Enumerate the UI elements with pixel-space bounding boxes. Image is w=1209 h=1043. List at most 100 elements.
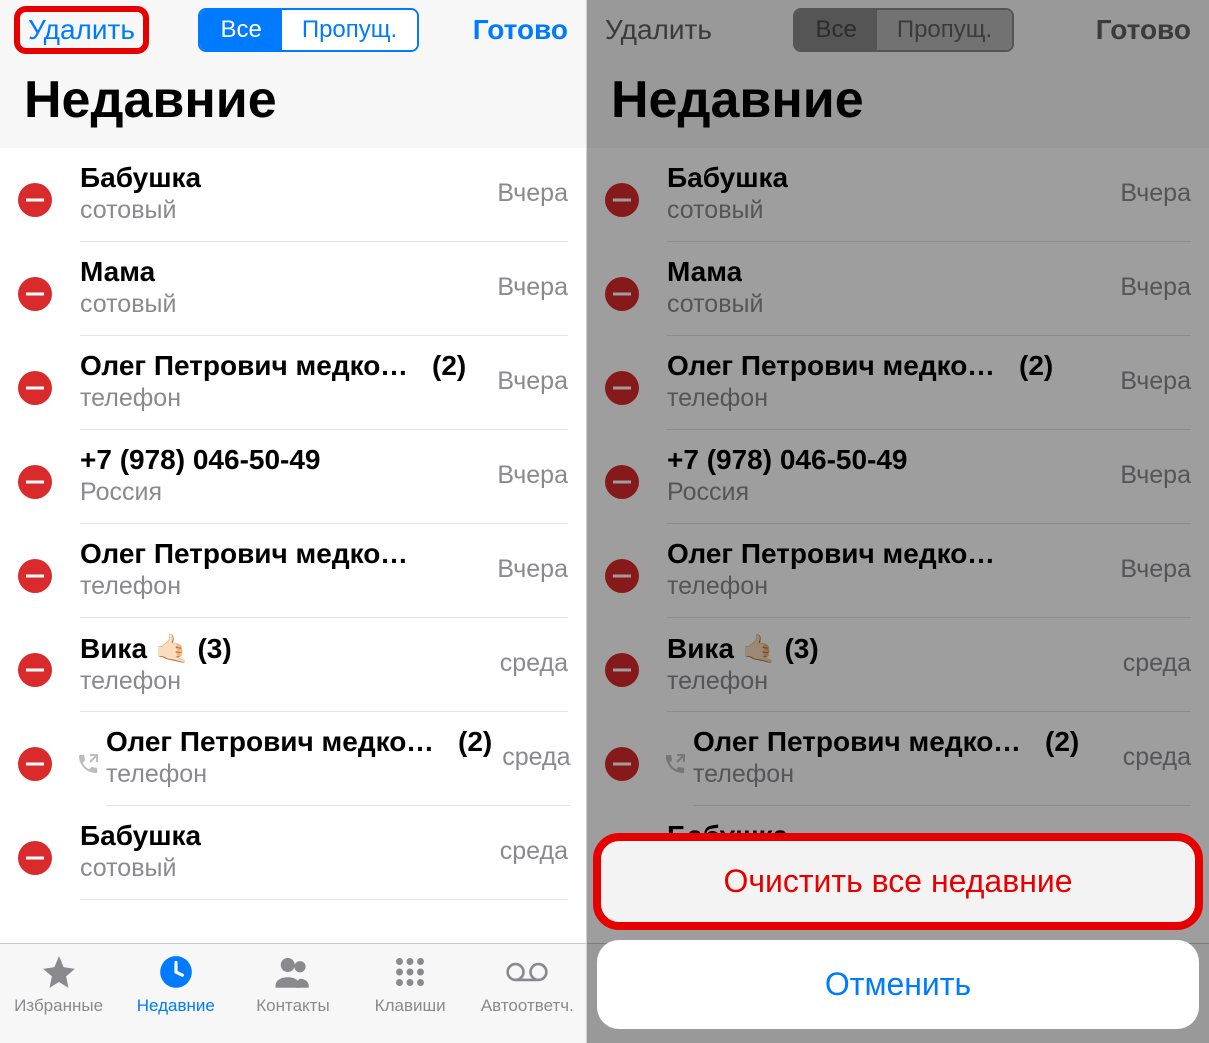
row-text: +7 (978) 046-50-49Россия — [667, 444, 1110, 507]
call-time: Вчера — [1120, 367, 1191, 396]
delete-minus-icon[interactable] — [605, 465, 639, 499]
tab-label: Клавиши — [375, 996, 446, 1016]
delete-minus-icon[interactable] — [18, 559, 52, 593]
tab-voicemail[interactable]: Автоответч. — [469, 950, 586, 1039]
caller-name: Олег Петрович медком… — [667, 350, 1007, 382]
row-text: Олег Петрович медком…(2)телефон — [80, 350, 487, 413]
delete-minus-icon[interactable] — [605, 653, 639, 687]
page-title: Недавние — [0, 58, 586, 148]
row-body: Олег Петрович медком…(2)телефонВчера — [80, 346, 568, 430]
row-text: Вика 🤙🏻 (3)телефон — [80, 632, 490, 696]
delete-minus-icon[interactable] — [605, 559, 639, 593]
call-row[interactable]: МамасотовыйВчера — [587, 242, 1209, 336]
row-body: +7 (978) 046-50-49Россия Вчера — [667, 440, 1191, 524]
call-time: Вчера — [1120, 179, 1191, 208]
delete-minus-icon[interactable] — [605, 183, 639, 217]
delete-minus-icon[interactable] — [18, 465, 52, 499]
caller-name: Олег Петрович медком… — [80, 350, 420, 382]
call-type: телефон — [80, 572, 487, 601]
call-count: (2) — [458, 726, 492, 758]
delete-button[interactable]: Удалить — [18, 10, 145, 50]
call-time: Вчера — [1120, 555, 1191, 584]
segmented-control[interactable]: Все Пропущ. — [793, 8, 1014, 52]
row-text: Мамасотовый — [667, 256, 1110, 319]
caller-name: Мама — [667, 256, 742, 288]
done-button[interactable]: Готово — [473, 14, 568, 46]
outgoing-call-icon — [663, 752, 687, 776]
tab-contacts[interactable]: Контакты — [234, 950, 351, 1039]
row-text: Мамасотовый — [80, 256, 487, 319]
delete-minus-icon[interactable] — [605, 277, 639, 311]
star-icon — [37, 950, 81, 994]
call-type: сотовый — [80, 196, 487, 225]
clear-all-button[interactable]: Очистить все недавние — [597, 837, 1199, 926]
contacts-icon — [271, 950, 315, 994]
row-body: МамасотовыйВчера — [667, 252, 1191, 336]
caller-name: Вика 🤙🏻 (3) — [80, 632, 232, 665]
row-text: Бабушкасотовый — [667, 162, 1110, 225]
call-row[interactable]: Олег Петрович медкомисс…телефонВчера — [0, 524, 586, 618]
delete-minus-icon[interactable] — [18, 371, 52, 405]
call-type: телефон — [106, 760, 492, 789]
header: Удалить Все Пропущ. Готово — [587, 0, 1209, 58]
row-body: Олег Петрович медком…(2)телефонВчера — [667, 346, 1191, 430]
call-row[interactable]: Олег Петрович медком…(2)телефонВчера — [587, 336, 1209, 430]
row-body: Мамасотовый Вчера — [80, 252, 568, 336]
delete-minus-icon[interactable] — [605, 371, 639, 405]
call-type: сотовый — [667, 196, 1110, 225]
call-row[interactable]: +7 (978) 046-50-49РоссияВчера — [0, 430, 586, 524]
caller-name: +7 (978) 046-50-49 — [667, 444, 908, 476]
row-body: Бабушкасотовый Вчера — [667, 158, 1191, 242]
tab-keypad[interactable]: Клавиши — [352, 950, 469, 1039]
call-time: Вчера — [497, 461, 568, 490]
call-row[interactable]: Олег Петрович медком…(2)телефонВчера — [0, 336, 586, 430]
segment-all[interactable]: Все — [795, 10, 876, 50]
row-text: Бабушкасотовый — [80, 820, 490, 883]
clock-icon — [154, 950, 198, 994]
segmented-control[interactable]: Все Пропущ. — [198, 8, 419, 52]
page-title: Недавние — [587, 58, 1209, 148]
segment-all[interactable]: Все — [200, 10, 281, 50]
call-type: Россия — [667, 478, 1110, 507]
segment-missed[interactable]: Пропущ. — [877, 10, 1012, 50]
tab-recents[interactable]: Недавние — [117, 950, 234, 1039]
delete-minus-icon[interactable] — [605, 747, 639, 781]
tab-favorites[interactable]: Избранные — [0, 950, 117, 1039]
call-row[interactable]: Бабушкасотовый Вчера — [587, 148, 1209, 242]
call-time: среда — [502, 743, 570, 772]
row-body: Олег Петрович медкомисс…телефонВчера — [667, 534, 1191, 618]
row-text: Олег Петрович медком…(2)телефон — [106, 726, 492, 789]
call-row[interactable]: Олег Петрович медкомисс…телефонВчера — [587, 524, 1209, 618]
delete-minus-icon[interactable] — [18, 653, 52, 687]
call-type: сотовый — [80, 290, 487, 319]
call-row[interactable]: Олег Петрович медком…(2)телефонсреда — [587, 712, 1209, 806]
call-row[interactable]: Олег Петрович медком…(2)телефон среда — [0, 712, 586, 806]
call-time: Вчера — [1120, 461, 1191, 490]
outgoing-call-icon — [76, 752, 100, 776]
call-row[interactable]: Бабушкасотовыйсреда — [0, 806, 586, 900]
caller-name: Олег Петрович медкомисс… — [667, 538, 1007, 570]
call-row[interactable]: Вика 🤙🏻 (3)телефонсреда — [587, 618, 1209, 712]
segment-missed[interactable]: Пропущ. — [282, 10, 417, 50]
call-row[interactable]: Вика 🤙🏻 (3)телефонсреда — [0, 618, 586, 712]
call-time: Вчера — [497, 273, 568, 302]
call-type: телефон — [693, 760, 1113, 789]
delete-minus-icon[interactable] — [18, 747, 52, 781]
delete-minus-icon[interactable] — [18, 841, 52, 875]
tab-label: Контакты — [256, 996, 329, 1016]
call-row[interactable]: БабушкасотовыйВчера — [0, 148, 586, 242]
call-row[interactable]: Мамасотовый Вчера — [0, 242, 586, 336]
done-button[interactable]: Готово — [1096, 14, 1191, 46]
call-time: Вчера — [497, 555, 568, 584]
call-count: (2) — [432, 350, 466, 382]
cancel-button[interactable]: Отменить — [597, 940, 1199, 1029]
tab-label: Избранные — [14, 996, 103, 1016]
clear-all-group: Очистить все недавние — [597, 837, 1199, 926]
call-type: телефон — [80, 667, 490, 696]
row-body: БабушкасотовыйВчера — [80, 158, 568, 242]
delete-minus-icon[interactable] — [18, 277, 52, 311]
delete-button[interactable]: Удалить — [605, 14, 712, 46]
call-row[interactable]: +7 (978) 046-50-49Россия Вчера — [587, 430, 1209, 524]
delete-minus-icon[interactable] — [18, 183, 52, 217]
caller-name: Вика 🤙🏻 (3) — [667, 632, 819, 665]
